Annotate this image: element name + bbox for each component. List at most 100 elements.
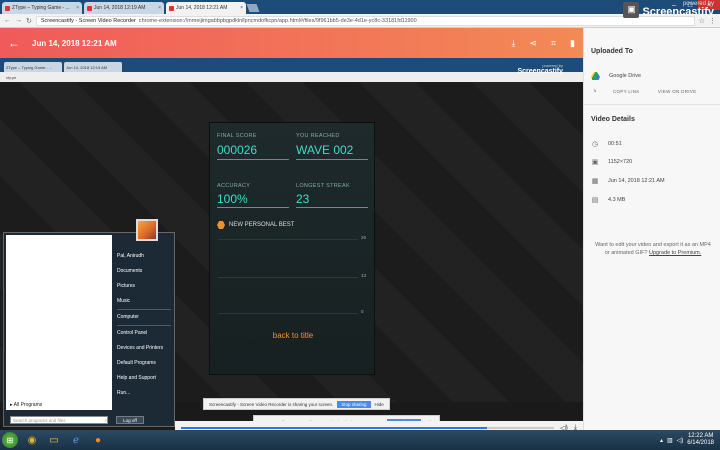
graph-axis-label: 0 [361,309,364,314]
accuracy-label: ACCURACY [217,183,251,189]
all-programs[interactable]: ▸ All Programs [10,402,42,408]
app-header: ← Jun 14, 2018 12:21 AM ⤓ ⋖ ⌗ ▮ [0,28,583,58]
reached-underline [296,159,368,160]
watermark-brand: Screencastify [642,6,714,18]
download-icon[interactable]: ⤓ [511,38,515,49]
ie-icon[interactable]: ℯ [68,433,84,447]
personal-best: NEW PERSONAL BEST [217,221,294,229]
save-icon: ▤ [591,197,599,204]
back-arrow-icon[interactable]: ← [4,17,11,24]
start-item-devices[interactable]: Devices and Printers [117,345,163,351]
copy-link-button[interactable]: COPY LINK [613,89,640,94]
tray-arrow-icon[interactable]: ▴ [660,437,663,444]
start-item-help[interactable]: Help and Support [117,375,156,381]
recorded-tab: Jun 14, 2018 12:19 AM [64,62,122,72]
new-tab-button[interactable] [246,4,260,12]
final-score-value: 000026 [217,143,258,157]
graph-gridline [218,313,358,314]
start-item-music[interactable]: Music [117,298,130,304]
volume-icon[interactable]: ◁) [677,437,684,444]
hide-button[interactable]: Hide [375,402,384,407]
network-icon[interactable]: ▥ [667,437,673,444]
explorer-icon[interactable]: ▭ [46,433,62,447]
streak-underline [296,207,368,208]
header-actions: ⤓ ⋖ ⌗ ▮ [511,38,575,49]
drive-label: Google Drive [609,73,642,79]
link-arrow-icon: ↳ [593,88,598,93]
divider [117,325,171,326]
all-programs-label: All Programs [13,402,43,408]
browser-tab-recording-2[interactable]: Jun 14, 2018 12:21 AM × [166,2,246,14]
date-value: Jun 14, 2018 12:21 AM [608,178,665,184]
back-arrow-icon[interactable]: ← [8,36,24,50]
reload-icon[interactable]: ↻ [26,17,32,25]
clock-time: 12:22 AM [687,433,714,440]
screencastify-watermark: ▣ powered by Screencastify [623,1,714,18]
delete-icon[interactable]: ▮ [570,38,575,49]
start-item-pictures[interactable]: Pictures [117,283,135,289]
reached-label: YOU REACHED [296,133,340,139]
ztype-favicon-icon [5,5,10,11]
video-scrubber[interactable] [181,426,555,429]
final-score-underline [217,159,289,160]
start-button[interactable]: ⊞ [2,432,18,448]
game-results-card: FINAL SCORE 000026 YOU REACHED WAVE 002 … [209,122,375,375]
recorded-url: zty.pe [6,74,17,80]
start-menu-programs [6,235,112,410]
google-drive-row: Google Drive [591,72,641,80]
search-placeholder: Search programs and files [13,417,66,423]
chrome-icon[interactable]: ◉ [24,433,40,447]
divider [117,309,171,310]
resolution-row: ▣ 1152×720 [591,158,633,166]
start-menu: ▸ All Programs Search programs and files… [3,219,175,427]
calendar-icon: ▦ [591,178,599,185]
browser-tab-recording-1[interactable]: Jun 14, 2018 12:19 AM × [84,2,164,14]
personal-best-label: NEW PERSONAL BEST [229,222,295,228]
recorded-sharing-bar: Screencastify - Screen Video Recorder is… [203,398,390,410]
duration-row: ◷ 00:51 [591,140,622,148]
screencastify-favicon-icon [169,5,174,11]
start-item-computer[interactable]: Computer [117,314,139,320]
crop-icon[interactable]: ⌗ [551,38,556,49]
close-tab-icon[interactable]: × [158,5,161,11]
hexagon-icon [217,221,225,229]
accuracy-value: 100% [217,192,248,206]
start-search-input[interactable]: Search programs and files ⌕ [10,416,108,424]
screen: ZType – Typing Game - ... × Jun 14, 2018 … [0,0,720,450]
upgrade-link[interactable]: Upgrade to Premium. [649,250,701,256]
image-icon: ▣ [591,159,599,166]
browser-tab-ztype[interactable]: ZType – Typing Game - ... × [2,2,82,14]
video-progress [181,426,487,429]
stop-sharing-button[interactable]: Stop sharing [337,400,371,408]
start-menu-links: Pal, Anirudh Documents Pictures Music Co… [114,219,174,410]
url-path: chrome-extension://mmeijimgabbpbgpdklnll… [138,17,417,24]
recording-title: Jun 14, 2018 12:21 AM [32,38,117,48]
windows-taskbar: ⊞ ◉ ▭ ℯ ● ▴ ▥ ◁) 12:22 AM 6/14/2018 [0,430,720,450]
view-on-drive-button[interactable]: VIEW ON DRIVE [658,89,696,94]
share-icon[interactable]: ⋖ [529,38,537,49]
recorded-address-bar: zty.pe [0,72,583,82]
recorded-tab-bar: ZType – Typing Game - ... Jun 14, 2018 1… [0,58,583,72]
close-tab-icon[interactable]: × [76,5,79,11]
firefox-icon[interactable]: ● [90,433,106,447]
graph-gridline [218,277,358,278]
start-item-default-programs[interactable]: Default Programs [117,360,156,366]
clock-date: 6/14/2018 [687,440,714,446]
recorded-watermark: powered by Screencastify [517,64,563,76]
user-avatar [136,219,158,241]
start-item-run[interactable]: Run... [117,390,130,396]
back-to-title-link[interactable]: back to title [210,331,376,340]
start-item-control-panel[interactable]: Control Panel [117,330,147,336]
shutdown-button[interactable]: Log off [116,416,144,424]
url-host: Screencastify - Screen Video Recorder [40,17,136,24]
start-item-user[interactable]: Pal, Anirudh [117,253,144,259]
start-item-documents[interactable]: Documents [117,268,142,274]
system-clock[interactable]: 12:22 AM 6/14/2018 [687,433,714,446]
duration-value: 00:51 [608,141,622,147]
search-icon: ⌕ [104,417,107,423]
uploaded-to-heading: Uploaded To [591,48,633,55]
reached-value: WAVE 002 [296,143,354,157]
close-tab-icon[interactable]: × [240,5,243,11]
forward-arrow-icon[interactable]: → [15,17,22,24]
url-field[interactable]: Screencastify - Screen Video Recorder ch… [35,15,695,26]
